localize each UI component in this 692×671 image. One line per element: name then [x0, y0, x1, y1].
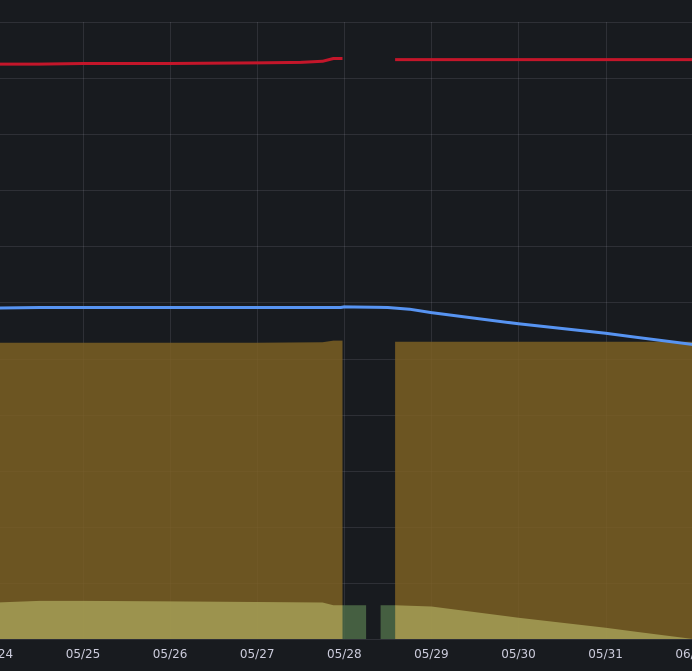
x-tick-label: 05/31: [588, 647, 623, 661]
line-series-1-segment-1: [0, 57, 343, 66]
x-tick-label: 05/30: [501, 647, 536, 661]
area-series: [0, 340, 692, 639]
chart-panel: 05/24 05/25 05/26 05/27 05/28 05/29 05/30 05/31…: [0, 0, 692, 671]
x-tick-label: 05/25: [66, 647, 101, 661]
area-series-1-segment-1: [0, 340, 343, 639]
area-series-2-segment-1: [0, 600, 343, 639]
x-tick-label: 05/28: [327, 647, 362, 661]
line-series: [0, 57, 692, 346]
x-tick-label: 06/01: [675, 647, 692, 661]
x-tick-label: 05/26: [153, 647, 188, 661]
area-series-3-segment-1: [342, 605, 367, 639]
chart-plot: 05/24 05/25 05/26 05/27 05/28 05/29 05/30 05/31…: [0, 22, 692, 661]
x-tick-label: 05/27: [240, 647, 275, 661]
x-tick-label: 05/24: [0, 647, 13, 661]
area-series-3-segment-2: [380, 605, 396, 639]
x-tick-label: 05/29: [414, 647, 449, 661]
x-axis: 05/24 05/25 05/26 05/27 05/28 05/29 05/30 05/31…: [0, 647, 692, 661]
area-series-1-segment-2: [395, 341, 692, 639]
line-series-2-segment-1: [0, 305, 692, 346]
